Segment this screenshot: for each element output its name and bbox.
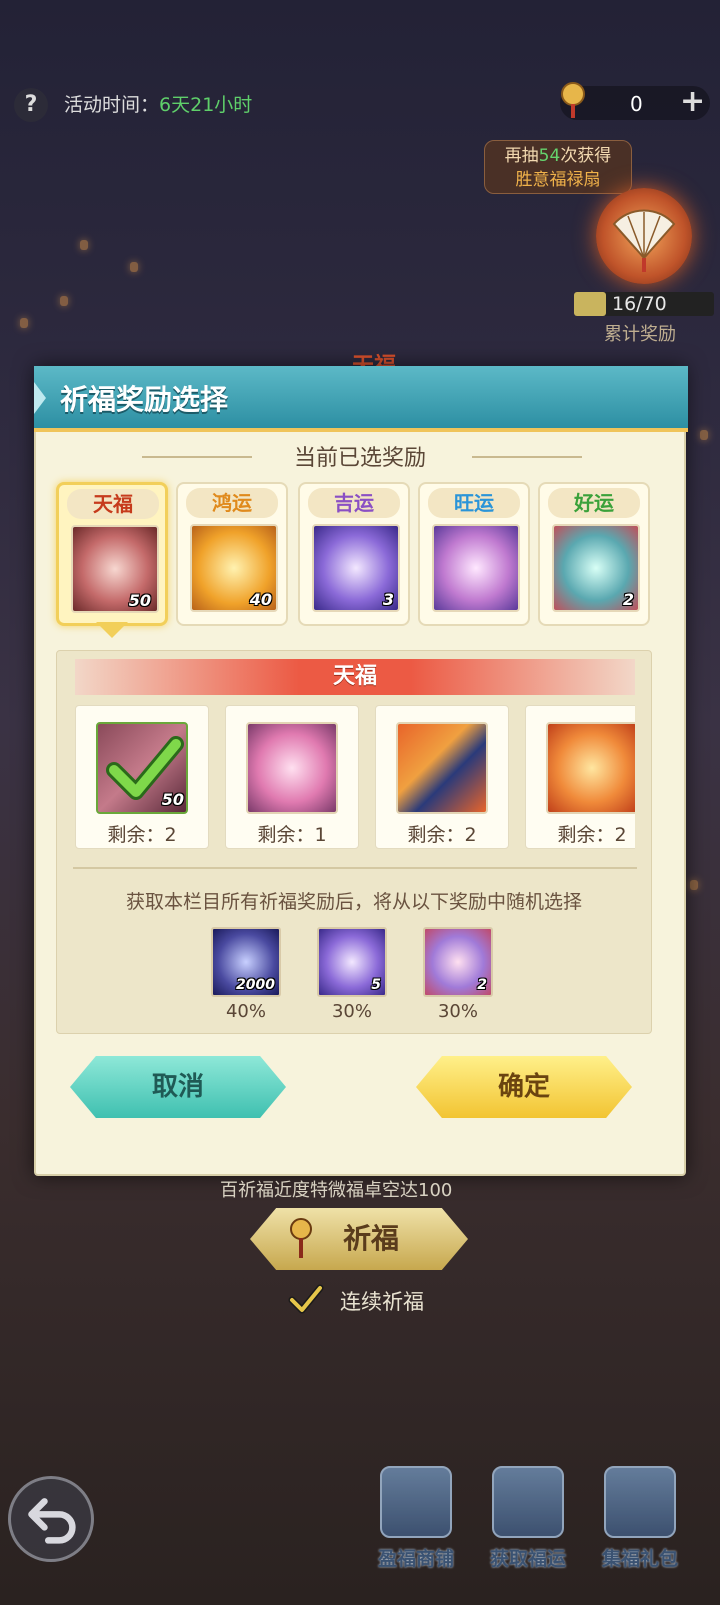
pool-item[interactable]: 剩余：2 bbox=[375, 705, 509, 849]
tier-card-wangyun[interactable]: 旺运 bbox=[418, 482, 530, 626]
cards-icon bbox=[492, 1466, 564, 1538]
lucky-charm-icon bbox=[561, 82, 585, 118]
random-count: 2 bbox=[477, 977, 487, 993]
sky-lantern bbox=[60, 296, 68, 306]
bonus-tip-count: 54 bbox=[538, 146, 561, 166]
sky-lantern bbox=[20, 318, 28, 328]
scroll-icon[interactable]: 2000 bbox=[211, 927, 281, 997]
sky-lantern bbox=[80, 240, 88, 250]
continuous-pray-label: 连续祈福 bbox=[340, 1290, 424, 1314]
bonus-progress-text: 16/70 bbox=[612, 293, 667, 315]
moon-orb-icon bbox=[246, 722, 338, 814]
continuous-pray-checkbox[interactable] bbox=[288, 1282, 324, 1316]
confirm-button[interactable]: 确定 bbox=[416, 1056, 632, 1118]
shop-icon bbox=[380, 1466, 452, 1538]
help-button[interactable]: ? bbox=[14, 88, 48, 122]
tier-card-tianfu[interactable]: 天福 50 bbox=[56, 482, 168, 626]
random-count: 5 bbox=[371, 977, 381, 993]
item-remaining: 剩余：2 bbox=[557, 824, 627, 846]
tier-card-hongyun[interactable]: 鸿运 40 bbox=[176, 482, 288, 626]
currency-value: 0 bbox=[630, 92, 643, 116]
plus-icon[interactable]: + bbox=[680, 84, 705, 119]
dialog-subtitle: 当前已选奖励 bbox=[293, 446, 426, 471]
item-remaining: 剩余：2 bbox=[407, 824, 477, 846]
pool-banner: 天福 bbox=[75, 659, 635, 695]
random-percent: 40% bbox=[225, 1001, 266, 1022]
question-mark-icon: ? bbox=[24, 92, 38, 117]
tier-label: 好运 bbox=[548, 488, 640, 518]
tier-label: 吉运 bbox=[308, 488, 400, 518]
item-remaining: 剩余：2 bbox=[107, 824, 177, 846]
tier-count: 3 bbox=[382, 590, 394, 609]
star-badge-icon[interactable]: 2 bbox=[423, 927, 493, 997]
subtitle-divider-right bbox=[472, 456, 582, 458]
random-percent: 30% bbox=[331, 1001, 372, 1022]
get-fortune-button[interactable]: 获取福运 bbox=[478, 1466, 578, 1576]
item-remaining: 剩余：1 bbox=[257, 824, 327, 846]
shop-button[interactable]: 盈福商铺 bbox=[366, 1466, 466, 1576]
selected-pointer bbox=[96, 622, 128, 638]
pool-divider bbox=[73, 867, 637, 869]
lucky-charm-icon bbox=[290, 1218, 312, 1258]
music-orb-icon[interactable]: 5 bbox=[317, 927, 387, 997]
reward-pool: 天福 50 剩余：2 剩余：1 剩余：2 剩余：2 获取本栏目所有祈福奖励后，将… bbox=[56, 650, 652, 1034]
cancel-button[interactable]: 取消 bbox=[70, 1056, 286, 1118]
bonus-tip-prefix: 再抽 bbox=[504, 146, 539, 166]
header-arrow-deco bbox=[34, 382, 46, 414]
golden-chest-icon bbox=[546, 722, 635, 814]
bonus-tip-suffix: 次获得 bbox=[560, 146, 612, 166]
random-percent: 30% bbox=[437, 1001, 478, 1022]
bonus-tip: 再抽54次获得 胜意福禄扇 bbox=[484, 140, 632, 194]
random-reward-description: 获取本栏目所有祈福奖励后，将从以下奖励中随机选择 bbox=[125, 891, 582, 913]
gift-pack-button[interactable]: 集福礼包 bbox=[590, 1466, 690, 1576]
tier-count: 2 bbox=[622, 590, 634, 609]
treasure-chest-icon bbox=[432, 524, 520, 612]
bonus-progress-fill bbox=[574, 292, 606, 316]
pool-items-scroll[interactable]: 50 剩余：2 剩余：1 剩余：2 剩余：2 bbox=[75, 705, 635, 853]
gift-icon bbox=[604, 1466, 676, 1538]
gift-pack-label: 集福礼包 bbox=[601, 1548, 678, 1570]
pool-item[interactable]: 剩余：1 bbox=[225, 705, 359, 849]
reward-select-dialog: 祈福奖励选择 当前已选奖励 天福 50 鸿运 40 吉运 3 旺运 好运 2 天… bbox=[34, 366, 688, 1176]
tier-card-jiyun[interactable]: 吉运 3 bbox=[298, 482, 410, 626]
activity-time: 活动时间：6天21小时 bbox=[64, 90, 252, 117]
pool-item[interactable]: 剩余：2 bbox=[525, 705, 635, 849]
tier-label: 天福 bbox=[67, 489, 159, 519]
folding-fan-icon bbox=[612, 209, 676, 272]
card-back-icon bbox=[396, 722, 488, 814]
fan-reward-icon[interactable] bbox=[596, 188, 692, 284]
pray-button[interactable]: 祈福 bbox=[250, 1208, 468, 1270]
sky-lantern bbox=[690, 880, 698, 890]
tier-card-haoyun[interactable]: 好运 2 bbox=[538, 482, 650, 626]
accum-reward-label: 累计奖励 bbox=[604, 324, 676, 345]
pray-hint: 百祈福近度特微福卓空达100 bbox=[220, 1180, 453, 1201]
activity-time-label: 活动时间： bbox=[64, 94, 160, 116]
pool-item[interactable]: 50 剩余：2 bbox=[75, 705, 209, 849]
shop-label: 盈福商铺 bbox=[377, 1548, 454, 1570]
tier-label: 鸿运 bbox=[186, 488, 278, 518]
get-fortune-label: 获取福运 bbox=[489, 1548, 566, 1570]
tier-count: 40 bbox=[249, 590, 272, 609]
random-count: 2000 bbox=[236, 977, 275, 993]
tier-label: 旺运 bbox=[428, 488, 520, 518]
tier-count: 50 bbox=[128, 591, 151, 610]
dialog-title: 祈福奖励选择 bbox=[60, 383, 229, 416]
back-button[interactable] bbox=[8, 1476, 94, 1562]
back-arrow-icon bbox=[28, 1498, 76, 1544]
activity-time-value: 6天21小时 bbox=[159, 94, 253, 116]
sky-lantern bbox=[700, 430, 708, 440]
sky-lantern bbox=[130, 262, 138, 272]
dialog-header: 祈福奖励选择 bbox=[34, 366, 688, 432]
item-count: 50 bbox=[161, 790, 184, 809]
pray-label: 祈福 bbox=[342, 1222, 399, 1255]
